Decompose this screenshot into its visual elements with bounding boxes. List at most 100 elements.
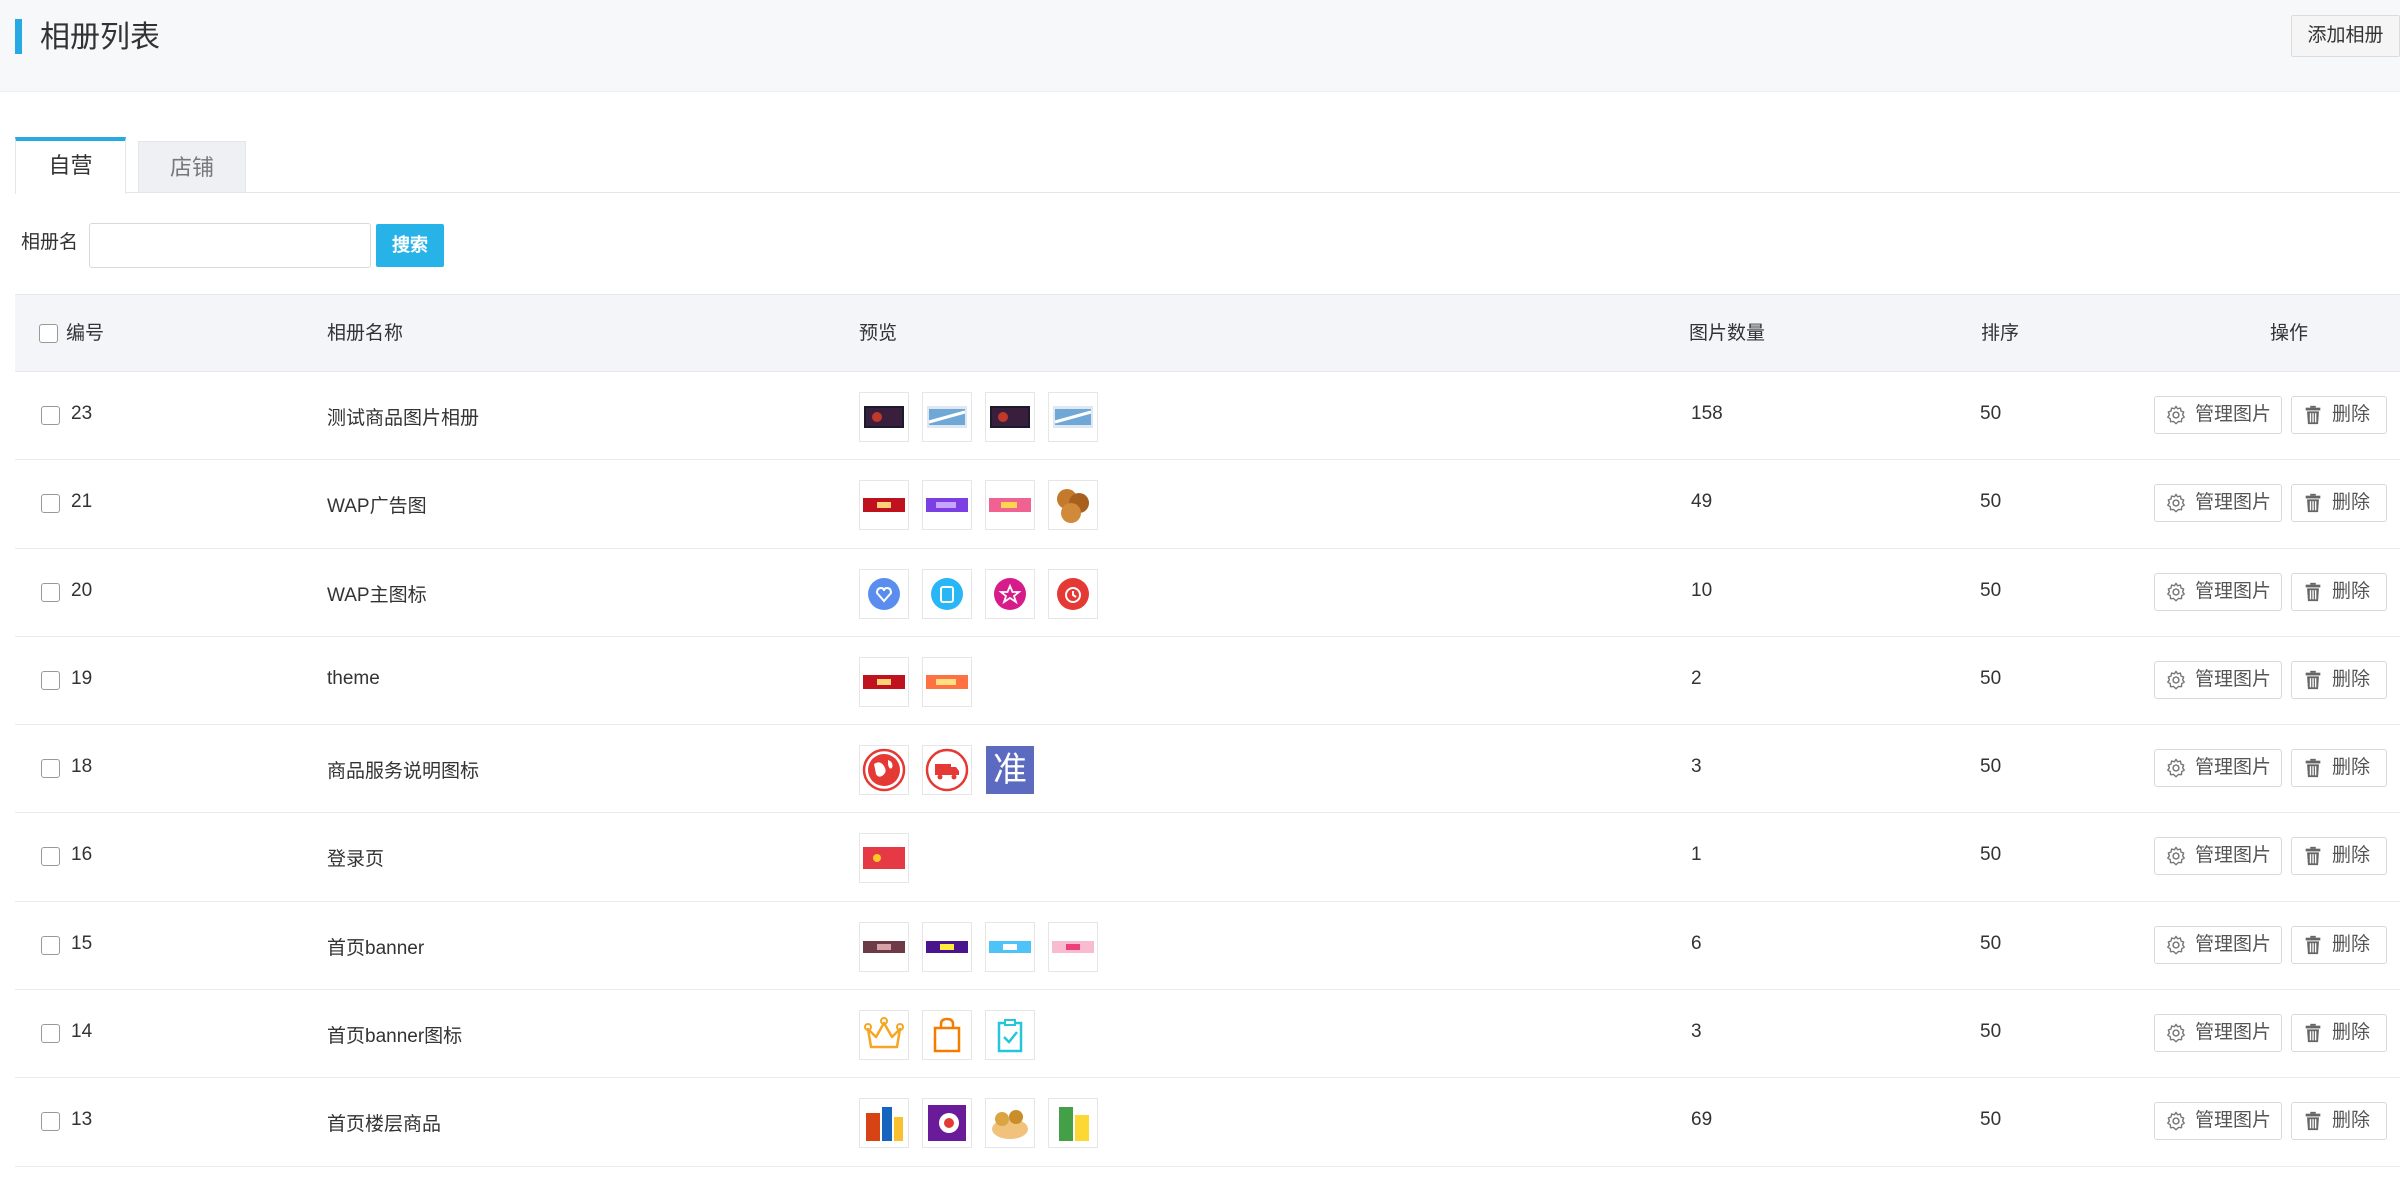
preview-thumbnail[interactable] [859, 480, 909, 531]
manage-images-button[interactable]: 管理图片 [2154, 837, 2282, 876]
preview-thumbnail[interactable] [922, 1098, 972, 1149]
delete-button[interactable]: 删除 [2291, 925, 2387, 964]
sort-value: 50 [1980, 756, 2002, 778]
preview-thumbnail[interactable] [922, 921, 972, 972]
manage-label: 管理图片 [2195, 580, 2272, 602]
preview-thumbnail[interactable]: 准 [985, 745, 1035, 796]
preview-thumbnail[interactable] [922, 745, 972, 796]
manage-images-button[interactable]: 管理图片 [2154, 396, 2282, 434]
preview-thumbnail[interactable] [985, 1098, 1035, 1149]
delete-button[interactable]: 删除 [2291, 749, 2387, 788]
preview-thumbnail[interactable] [985, 1010, 1035, 1061]
preview-thumbnail[interactable] [859, 392, 909, 442]
preview-thumbnails [859, 656, 972, 707]
manage-images-button[interactable]: 管理图片 [2154, 1102, 2282, 1141]
preview-thumbnail[interactable] [922, 392, 972, 442]
album-name: 登录页 [327, 849, 385, 871]
sort-value: 50 [1980, 844, 2002, 866]
tab-self-operated[interactable]: 自营 [15, 137, 126, 194]
food-3 [988, 1101, 1032, 1145]
preview-thumbnail[interactable] [1048, 1098, 1098, 1149]
header-sort: 排序 [1981, 323, 2020, 344]
preview-thumbnail[interactable] [922, 568, 972, 619]
select-all-checkbox[interactable] [39, 324, 58, 343]
delete-label: 删除 [2332, 757, 2371, 779]
preview-thumbnail[interactable] [859, 568, 909, 619]
tv-light [926, 402, 968, 432]
preview-thumbnail[interactable] [859, 745, 909, 796]
banner-crimson [863, 847, 905, 870]
preview-thumbnail[interactable] [922, 656, 972, 707]
manage-images-button[interactable]: 管理图片 [2154, 1014, 2282, 1053]
table-row: 21 WAP广告图 49 50 管理图片 删除 [15, 460, 2400, 549]
album-table: 编号 相册名称 预览 图片数量 排序 操作 23 测试商品图片相册 158 50 管理图… [15, 294, 2400, 1167]
table-row: 13 首页楼层商品 69 50 管理图片 删除 [15, 1078, 2400, 1167]
preview-thumbnail[interactable] [985, 568, 1035, 619]
preview-thumbnail[interactable] [922, 1010, 972, 1061]
preview-thumbnail[interactable] [1048, 480, 1098, 531]
sort-value: 50 [1980, 1109, 2002, 1131]
preview-thumbnail[interactable] [1048, 568, 1098, 619]
preview-thumbnail[interactable] [1048, 392, 1098, 442]
preview-thumbnails [859, 1098, 1098, 1149]
preview-thumbnail[interactable] [859, 1098, 909, 1149]
image-count: 3 [1691, 756, 1702, 778]
manage-images-button[interactable]: 管理图片 [2154, 484, 2282, 523]
preview-thumbnail[interactable] [859, 833, 909, 884]
row-checkbox[interactable] [41, 1112, 60, 1132]
preview-thumbnail[interactable] [1048, 921, 1098, 972]
search-button[interactable]: 搜索 [376, 224, 444, 267]
sort-value: 50 [1980, 579, 2002, 601]
delete-button[interactable]: 删除 [2291, 396, 2387, 434]
manage-label: 管理图片 [2195, 668, 2272, 690]
preview-thumbnail[interactable] [859, 921, 909, 972]
row-checkbox[interactable] [41, 759, 60, 779]
row-checkbox[interactable] [41, 494, 60, 514]
preview-thumbnail[interactable] [985, 921, 1035, 972]
manage-label: 管理图片 [2195, 1110, 2272, 1132]
row-checkbox[interactable] [41, 670, 60, 690]
page-title: 相册列表 [40, 21, 160, 54]
add-album-button[interactable]: 添加相册 [2291, 15, 2400, 57]
album-id: 21 [71, 491, 93, 513]
manage-label: 管理图片 [2195, 845, 2272, 867]
delete-button[interactable]: 删除 [2291, 572, 2387, 611]
manage-images-button[interactable]: 管理图片 [2154, 749, 2282, 788]
row-checkbox[interactable] [41, 935, 60, 955]
preview-thumbnail[interactable] [922, 480, 972, 531]
preview-thumbnail[interactable] [985, 480, 1035, 531]
album-name-input[interactable] [89, 223, 371, 268]
sort-value: 50 [1980, 667, 2002, 689]
row-checkbox[interactable] [41, 582, 60, 602]
row-checkbox[interactable] [41, 406, 60, 425]
header-id: 编号 [66, 323, 105, 344]
table-row: 15 首页banner 6 50 管理图片 删除 [15, 902, 2400, 991]
sort-value: 50 [1980, 403, 2002, 424]
delete-button[interactable]: 删除 [2291, 484, 2387, 523]
icon-red-clock [1056, 577, 1090, 611]
row-checkbox[interactable] [41, 1024, 60, 1044]
preview-thumbnail[interactable] [859, 1010, 909, 1061]
album-name: 首页banner [327, 937, 425, 959]
delete-button[interactable]: 删除 [2291, 1102, 2387, 1141]
banner-brown [863, 940, 905, 953]
delete-button[interactable]: 删除 [2291, 837, 2387, 876]
delete-button[interactable]: 删除 [2291, 660, 2387, 699]
food-1 [862, 1101, 906, 1145]
image-count: 49 [1691, 491, 1713, 513]
row-checkbox[interactable] [41, 847, 60, 867]
album-id: 16 [71, 844, 93, 866]
manage-images-button[interactable]: 管理图片 [2154, 925, 2282, 964]
banner-violet [926, 940, 968, 953]
delete-button[interactable]: 删除 [2291, 1014, 2387, 1053]
table-row: 18 商品服务说明图标 准 3 50 管理图片 删除 [15, 725, 2400, 814]
preview-thumbnail[interactable] [859, 656, 909, 707]
food-2 [925, 1101, 969, 1145]
preview-thumbnail[interactable] [985, 392, 1035, 442]
manage-images-button[interactable]: 管理图片 [2154, 660, 2282, 699]
manage-images-button[interactable]: 管理图片 [2154, 572, 2282, 611]
table-row: 14 首页banner图标 3 50 管理图片 删除 [15, 990, 2400, 1079]
header-count: 图片数量 [1689, 323, 1766, 344]
tab-store[interactable]: 店铺 [138, 141, 246, 193]
table-header: 编号 相册名称 预览 图片数量 排序 操作 [15, 294, 2400, 372]
